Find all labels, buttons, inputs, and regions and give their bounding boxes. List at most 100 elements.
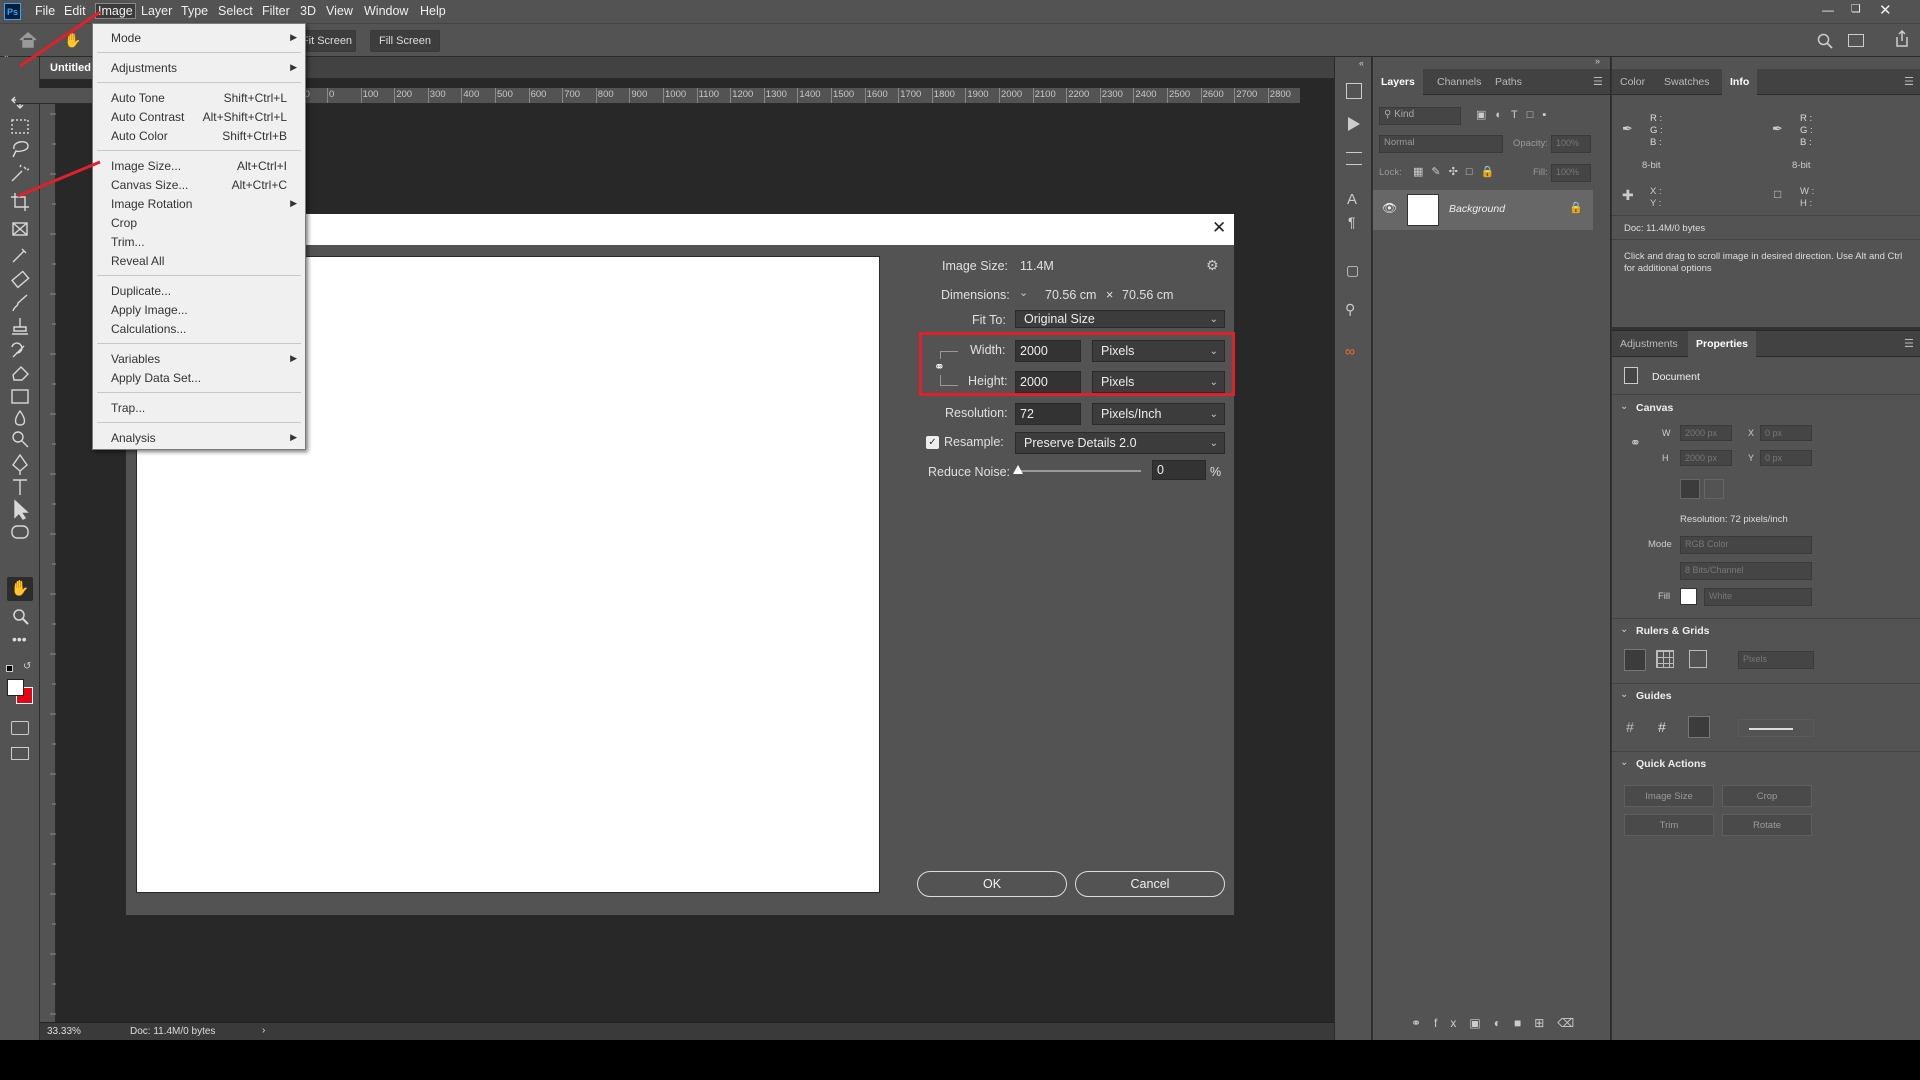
- canvas-link-icon[interactable]: ⚭: [1630, 435, 1641, 451]
- expand-panels-icon[interactable]: »: [1595, 56, 1600, 66]
- eraser-tool-icon[interactable]: [12, 366, 29, 381]
- layer-row[interactable]: 👁 Background 🔒: [1373, 190, 1593, 230]
- menu-file[interactable]: File: [35, 4, 55, 18]
- cancel-button[interactable]: Cancel: [1075, 871, 1225, 897]
- rulers-section-title[interactable]: Rulers & Grids: [1636, 625, 1710, 637]
- guides-section-title[interactable]: Guides: [1636, 690, 1672, 702]
- healing-brush-icon[interactable]: [11, 270, 30, 289]
- menu-item-auto-tone[interactable]: Auto Tone Shift+Ctrl+L: [93, 88, 305, 107]
- path-select-icon[interactable]: [14, 499, 29, 520]
- menu-view[interactable]: View: [326, 4, 353, 18]
- navigator-panel-icon[interactable]: ⚲: [1345, 301, 1355, 318]
- workspace-icon[interactable]: [1848, 34, 1864, 47]
- visibility-eye-icon[interactable]: 👁: [1382, 201, 1397, 215]
- menu-item-mode[interactable]: Mode ▶: [93, 28, 305, 47]
- ruler-toggle-icon[interactable]: [1624, 649, 1646, 671]
- blend-mode-select[interactable]: Normal: [1379, 135, 1503, 153]
- dialog-close-icon[interactable]: ✕: [1212, 218, 1226, 238]
- character-panel-icon[interactable]: A: [1347, 191, 1357, 208]
- history-brush-icon[interactable]: [11, 342, 25, 358]
- history-panel-icon[interactable]: [1346, 83, 1362, 99]
- quick-select-tool-icon[interactable]: [11, 164, 30, 182]
- blur-tool-icon[interactable]: [14, 409, 26, 426]
- layer-name[interactable]: Background: [1449, 203, 1505, 215]
- reduce-noise-slider-handle[interactable]: [1013, 465, 1023, 474]
- quick-actions-section-title[interactable]: Quick Actions: [1636, 758, 1706, 770]
- guides-chevron-icon[interactable]: ⌄: [1620, 689, 1628, 700]
- color-mode-select[interactable]: RGB Color: [1680, 536, 1812, 554]
- lasso-tool-icon[interactable]: [12, 141, 29, 158]
- menu-item-auto-contrast[interactable]: Auto Contrast Alt+Shift+Ctrl+L: [93, 107, 305, 126]
- layers-menu-icon[interactable]: ☰: [1593, 75, 1603, 88]
- restore-icon[interactable]: ❏: [1851, 2, 1861, 15]
- tab-swatches[interactable]: Swatches: [1656, 69, 1718, 95]
- menu-filter[interactable]: Filter: [262, 4, 290, 18]
- resolution-unit-select[interactable]: Pixels/Inch ⌄: [1092, 403, 1225, 425]
- search-icon[interactable]: [1817, 33, 1833, 49]
- qa-crop-button[interactable]: Crop: [1722, 785, 1812, 807]
- guides-icon[interactable]: #: [1626, 719, 1634, 735]
- clone-stamp-icon[interactable]: [12, 318, 28, 335]
- tab-properties[interactable]: Properties: [1688, 331, 1756, 357]
- adjust-panel-icon[interactable]: [1346, 152, 1362, 165]
- pen-tool-icon[interactable]: [12, 453, 28, 475]
- menu-item-calculations[interactable]: Calculations...: [93, 319, 305, 338]
- pixel-grid-icon[interactable]: [1689, 650, 1707, 668]
- frame-tool-icon[interactable]: [12, 222, 28, 236]
- layer-lock-icon[interactable]: 🔒: [1569, 201, 1583, 214]
- status-menu-arrow-icon[interactable]: ›: [262, 1025, 265, 1036]
- menu-item-apply-image[interactable]: Apply Image...: [93, 300, 305, 319]
- canvas-chevron-icon[interactable]: ⌄: [1620, 401, 1628, 412]
- more-tools-icon[interactable]: •••: [12, 631, 27, 647]
- dialog-settings-gear-icon[interactable]: ⚙: [1206, 257, 1219, 274]
- menu-help[interactable]: Help: [420, 4, 446, 18]
- canvas-height-field[interactable]: 2000 px: [1680, 450, 1732, 466]
- guide-style-select[interactable]: [1738, 719, 1814, 737]
- menu-item-adjustments[interactable]: Adjustments ▶: [93, 58, 305, 77]
- foreground-color-swatch[interactable]: [7, 679, 24, 696]
- shape-tool-icon[interactable]: [11, 525, 29, 539]
- home-icon[interactable]: [18, 31, 38, 49]
- menu-layer[interactable]: Layer: [141, 4, 172, 18]
- marquee-tool-icon[interactable]: [11, 119, 29, 134]
- menu-item-trap[interactable]: Trap...: [93, 398, 305, 417]
- fit-to-select[interactable]: Original Size ⌄: [1015, 310, 1225, 328]
- fill-field[interactable]: 100%: [1551, 164, 1591, 182]
- menu-item-image-rotation[interactable]: Image Rotation ▶: [93, 194, 305, 213]
- tab-info[interactable]: Info: [1722, 69, 1758, 95]
- menu-item-auto-color[interactable]: Auto Color Shift+Ctrl+B: [93, 126, 305, 145]
- zoom-level[interactable]: 33.33%: [47, 1026, 81, 1037]
- gradient-tool-icon[interactable]: [11, 389, 29, 404]
- brush-tool-icon[interactable]: [12, 294, 28, 312]
- ok-button[interactable]: OK: [917, 871, 1067, 897]
- hand-tool-preset-icon[interactable]: ✋: [64, 32, 81, 49]
- rulers-chevron-icon[interactable]: ⌄: [1620, 624, 1628, 635]
- layer-filter-icons[interactable]: ▣◐T□▪: [1476, 108, 1555, 121]
- fill-select[interactable]: White: [1704, 588, 1812, 606]
- actions-panel-icon[interactable]: [1348, 117, 1360, 131]
- qa-trim-button[interactable]: Trim: [1624, 814, 1714, 836]
- qa-rotate-button[interactable]: Rotate: [1722, 814, 1812, 836]
- resample-select[interactable]: Preserve Details 2.0 ⌄: [1015, 432, 1225, 454]
- menu-type[interactable]: Type: [181, 4, 208, 18]
- paragraph-panel-icon[interactable]: ¶: [1348, 214, 1356, 230]
- landscape-orientation-icon[interactable]: [1704, 479, 1724, 499]
- reduce-noise-input[interactable]: 0: [1152, 460, 1206, 480]
- qa-image-size-button[interactable]: Image Size: [1624, 785, 1714, 807]
- menu-item-image-size[interactable]: Image Size... Alt+Ctrl+I: [93, 156, 305, 175]
- screen-mode-icon[interactable]: [11, 747, 29, 760]
- type-tool-icon[interactable]: [13, 479, 27, 495]
- menu-item-duplicate[interactable]: Duplicate...: [93, 281, 305, 300]
- default-colors-icon[interactable]: [6, 665, 13, 672]
- zoom-tool-icon[interactable]: [12, 608, 30, 626]
- collapse-strip-icon[interactable]: «: [1359, 58, 1364, 68]
- menu-item-variables[interactable]: Variables ▶: [93, 349, 305, 368]
- bit-depth-select[interactable]: 8 Bits/Channel: [1680, 562, 1812, 580]
- tab-color[interactable]: Color: [1612, 69, 1653, 95]
- tab-paths[interactable]: Paths: [1487, 69, 1530, 95]
- guide-layout-icon[interactable]: #: [1658, 719, 1666, 735]
- ps-logo-icon[interactable]: Ps: [4, 3, 21, 20]
- canvas-width-field[interactable]: 2000 px: [1680, 425, 1732, 441]
- menu-item-reveal-all[interactable]: Reveal All: [93, 251, 305, 270]
- canvas-y-field[interactable]: 0 px: [1760, 450, 1812, 466]
